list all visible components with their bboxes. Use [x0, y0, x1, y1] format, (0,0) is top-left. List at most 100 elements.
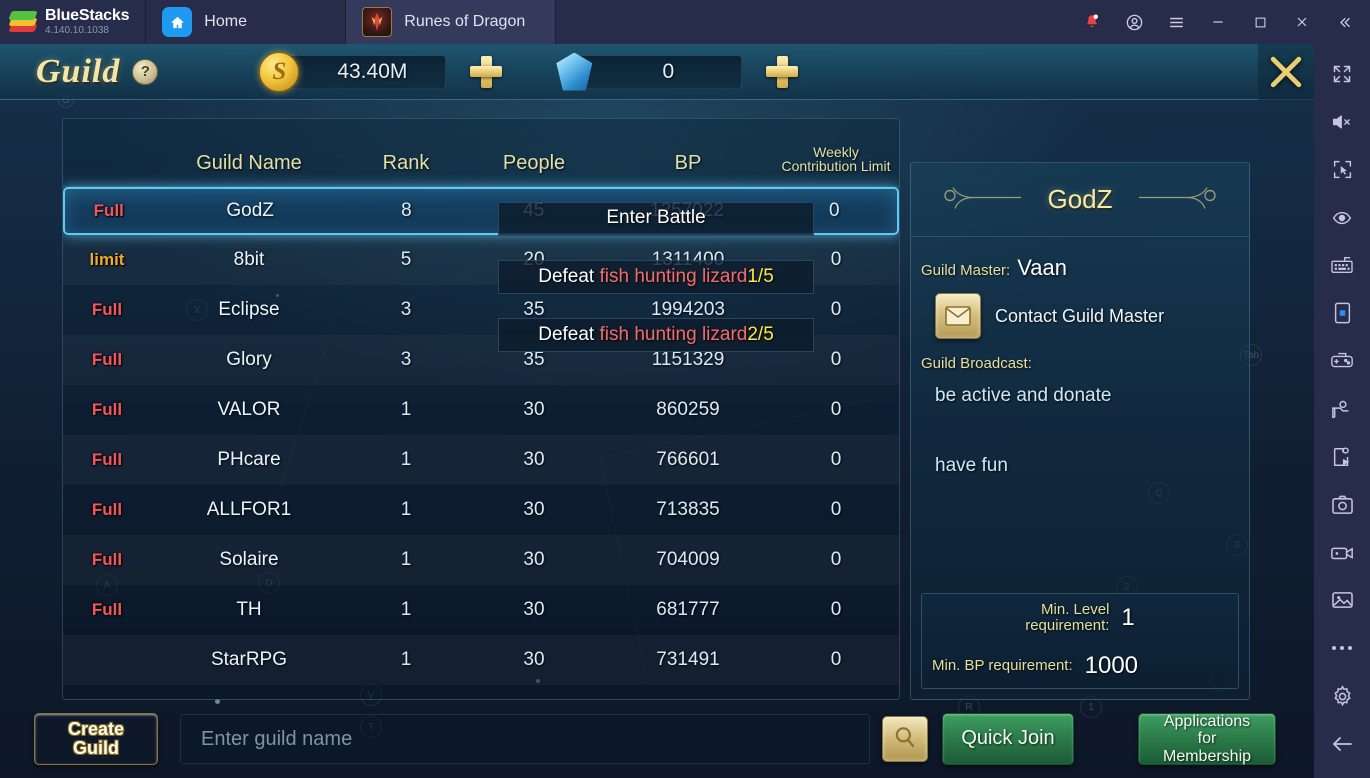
table-row[interactable]: Full ALLFOR1 1 30 713835 0	[63, 485, 899, 535]
fullscreen-icon[interactable]	[1314, 50, 1370, 98]
header-status	[63, 174, 151, 186]
cell-bp: 1257022	[650, 200, 724, 221]
header-weekly-line2: Contribution Limit	[781, 158, 891, 175]
maximize-button[interactable]	[1240, 0, 1280, 44]
game-icon	[362, 7, 393, 37]
cell-people: 20	[523, 249, 545, 270]
contact-guild-master-button[interactable]: Contact Guild Master	[911, 281, 1249, 339]
quick-join-label: Quick Join	[961, 727, 1055, 750]
gem-icon	[556, 52, 593, 91]
record-video-icon[interactable]	[1314, 529, 1370, 577]
search-button[interactable]	[882, 716, 928, 762]
quick-join-button[interactable]: Quick Join	[942, 713, 1074, 765]
status-badge: Full	[91, 500, 123, 519]
table-row[interactable]: StarRPG 1 30 731491 0	[63, 635, 899, 685]
create-guild-button[interactable]: Create Guild	[34, 713, 158, 765]
guild-master-label: Guild Master:	[921, 262, 1011, 279]
cursor-select-icon[interactable]	[1314, 146, 1370, 194]
table-row[interactable]: Full GodZ 8 45 1257022 0	[63, 187, 899, 235]
notifications-bell-icon[interactable]	[1072, 0, 1112, 44]
table-row[interactable]: Full Eclipse 3 35 1994203 0	[63, 285, 899, 335]
back-arrow-icon[interactable]	[1314, 720, 1370, 768]
settings-gear-icon[interactable]	[1314, 672, 1370, 720]
cell-weekly: 0	[830, 349, 842, 370]
cell-guild-name: 8bit	[233, 249, 265, 270]
min-level-label-line2: requirement:	[1025, 617, 1110, 634]
cell-bp: 681777	[656, 599, 720, 620]
game-header-bar: Guild ? S 43.40M 0	[0, 44, 1314, 100]
gamepad-icon[interactable]	[1314, 337, 1370, 385]
add-gold-button[interactable]	[460, 46, 512, 98]
bluestacks-brand: BlueStacks 4.140.10.1038	[0, 0, 147, 44]
cell-people: 30	[523, 649, 545, 670]
guild-search-field[interactable]	[180, 714, 870, 764]
mute-icon[interactable]	[1314, 98, 1370, 146]
tab-runes-of-dragon-label: Runes of Dragon	[404, 13, 526, 30]
add-gem-button[interactable]	[756, 46, 808, 98]
header-guild-name: Guild Name	[196, 152, 302, 174]
media-gallery-icon[interactable]	[1314, 576, 1370, 624]
requirements-box: Min. Level requirement: 1 Min. BP requir…	[921, 593, 1239, 689]
help-icon[interactable]: ?	[132, 58, 159, 85]
window-controls	[1072, 0, 1370, 44]
tab-home[interactable]: Home	[146, 0, 347, 44]
cell-guild-name: Glory	[226, 349, 272, 370]
tilt-device-icon[interactable]	[1314, 289, 1370, 337]
macro-script-icon[interactable]	[1314, 433, 1370, 481]
tab-runes-of-dragon[interactable]: Runes of Dragon	[346, 0, 557, 44]
cell-bp: 860259	[656, 399, 720, 420]
cell-weekly: 0	[830, 449, 842, 470]
min-level-label-line1: Min. Level	[1041, 600, 1110, 618]
cell-people: 30	[523, 449, 545, 470]
table-row[interactable]: Full Glory 3 35 1151329 0	[63, 335, 899, 385]
screenshot-icon[interactable]	[1314, 481, 1370, 529]
min-bp-value: 1000	[1084, 652, 1139, 679]
more-options-icon[interactable]	[1314, 624, 1370, 672]
search-input[interactable]	[181, 715, 869, 763]
cell-people: 35	[523, 299, 545, 320]
table-row[interactable]: Full TH 1 30 681777 0	[63, 585, 899, 635]
cell-bp: 731491	[656, 649, 720, 670]
guild-broadcast-label-wrap: Guild Broadcast:	[911, 339, 1249, 373]
cell-weekly: 0	[830, 549, 842, 570]
applications-for-membership-button[interactable]: Applications for Membership	[1138, 713, 1276, 765]
contact-guild-master-label: Contact Guild Master	[995, 305, 1165, 326]
guild-list-header: Guild Name Rank People BP Weekly Contrib…	[63, 119, 899, 187]
account-icon[interactable]	[1114, 0, 1154, 44]
header-weekly-contribution-limit: Weekly Contribution Limit	[773, 144, 899, 186]
eye-icon[interactable]	[1314, 194, 1370, 242]
bottom-action-bar: Create Guild Quick Join Applicat	[0, 700, 1314, 778]
guild-info-header: GodZ	[911, 163, 1249, 237]
cell-guild-name: PHcare	[217, 449, 281, 470]
collapse-sidebar-button[interactable]	[1324, 0, 1364, 44]
cell-bp: 766601	[656, 449, 720, 470]
gold-pill: S 43.40M	[259, 51, 447, 92]
cell-rank: 1	[400, 399, 412, 420]
cell-guild-name: VALOR	[217, 399, 281, 420]
gem-pill: 0	[556, 52, 743, 91]
cell-bp: 1994203	[651, 299, 725, 320]
bluestacks-name: BlueStacks	[45, 6, 130, 24]
cell-rank: 1	[400, 449, 412, 470]
table-row[interactable]: limit 8bit 5 20 1311400 0	[63, 235, 899, 285]
create-guild-line1: Create	[67, 719, 125, 740]
cell-weekly: 0	[830, 599, 842, 620]
minimize-button[interactable]	[1198, 0, 1238, 44]
table-row[interactable]: Full PHcare 1 30 766601 0	[63, 435, 899, 485]
bluestacks-titlebar: BlueStacks 4.140.10.1038 Home Runes of D…	[0, 0, 1370, 44]
page-title: Guild	[36, 52, 121, 90]
cell-rank: 8	[401, 200, 412, 221]
status-badge: Full	[91, 300, 123, 319]
gold-coin-icon: S	[259, 51, 300, 92]
cell-people: 45	[523, 200, 545, 221]
cell-guild-name: Solaire	[219, 549, 279, 570]
table-row[interactable]: Full Solaire 1 30 704009 0	[63, 535, 899, 585]
close-button[interactable]	[1282, 0, 1322, 44]
menu-icon[interactable]	[1156, 0, 1196, 44]
keyboard-controls-icon[interactable]	[1314, 241, 1370, 289]
header-people: People	[502, 152, 566, 174]
cell-people: 30	[523, 399, 545, 420]
shooting-mode-icon[interactable]	[1314, 385, 1370, 433]
close-guild-panel-button[interactable]	[1258, 44, 1314, 100]
table-row[interactable]: Full VALOR 1 30 860259 0	[63, 385, 899, 435]
